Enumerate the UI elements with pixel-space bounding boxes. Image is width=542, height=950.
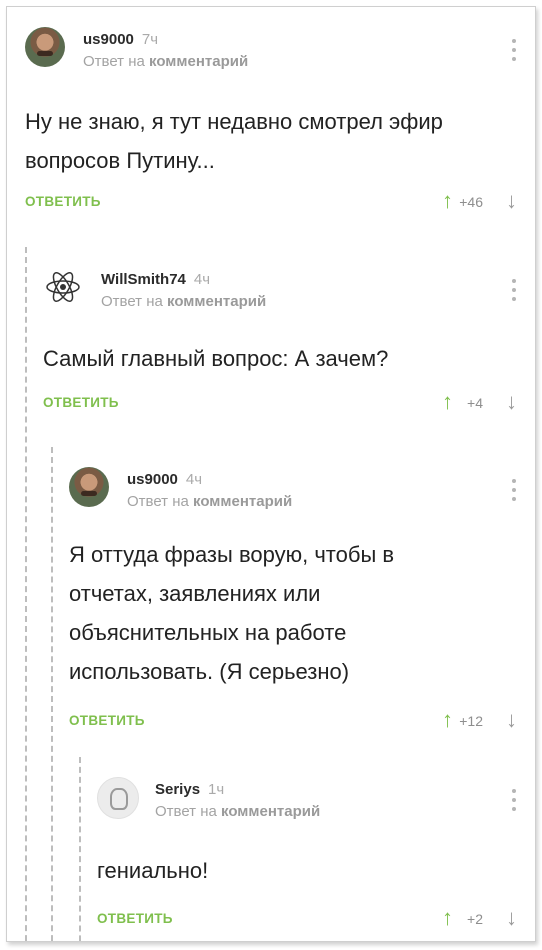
arrow-up-icon[interactable]: ↑ [442,389,453,415]
timestamp: 1ч [208,781,225,798]
avatar[interactable] [97,777,139,819]
comment-header: us9000 7ч Ответ на комментарий [25,27,535,77]
avatar[interactable] [69,467,109,507]
thread-line [25,247,27,941]
reply-target-link[interactable]: комментарий [167,293,266,310]
timestamp: 4ч [185,471,203,488]
kebab-menu-icon[interactable] [511,479,517,501]
username[interactable]: Seriys 1ч [155,781,224,798]
username[interactable]: WillSmith74 4ч [101,271,210,288]
rating: +46 [459,194,483,210]
timestamp: 4ч [193,271,211,288]
reply-to: Ответ на комментарий [83,53,249,70]
comment-actions: ОТВЕТИТЬ ↑ +2 ↓ [97,905,517,931]
rating: +4 [467,395,483,411]
reply-button[interactable]: ОТВЕТИТЬ [69,713,145,728]
thread-line [51,447,53,941]
kebab-menu-icon[interactable] [511,279,517,301]
reply-target-link[interactable]: комментарий [221,803,320,820]
arrow-down-icon[interactable]: ↓ [506,905,517,931]
arrow-up-icon[interactable]: ↑ [442,188,453,214]
username[interactable]: us9000 7ч [83,31,158,48]
rating: +12 [459,713,483,729]
reply-target-link[interactable]: комментарий [149,53,248,70]
comment-header: us9000 4ч Ответ на комментарий [69,467,535,517]
reply-target-link[interactable]: комментарий [193,493,292,510]
comment: Seriys 1ч Ответ на комментарий гениально!… [79,757,535,941]
rating: +2 [467,911,483,927]
comment-thread: us9000 7ч Ответ на комментарий Ну не знаю… [6,6,536,942]
timestamp: 7ч [141,31,159,48]
reply-button[interactable]: ОТВЕТИТЬ [25,194,101,209]
comment-text: Ну не знаю, я тут недавно смотрел эфир в… [25,109,443,173]
comment-actions: ОТВЕТИТЬ ↑ +12 ↓ [69,707,517,733]
comment-text: Самый главный вопрос: А зачем? [43,346,389,371]
reply-to: Ответ на комментарий [155,803,321,820]
comment-actions: ОТВЕТИТЬ ↑ +46 ↓ [25,188,517,214]
comment: us9000 7ч Ответ на комментарий Ну не знаю… [7,7,535,237]
arrow-down-icon[interactable]: ↓ [506,389,517,415]
arrow-up-icon[interactable]: ↑ [442,707,453,733]
comment-text: гениально! [97,858,209,883]
comment-actions: ОТВЕТИТЬ ↑ +4 ↓ [43,389,517,415]
reply-to: Ответ на комментарий [101,293,267,310]
username[interactable]: us9000 4ч [127,471,202,488]
reply-button[interactable]: ОТВЕТИТЬ [43,395,119,410]
avatar[interactable] [43,267,83,307]
arrow-down-icon[interactable]: ↓ [506,188,517,214]
arrow-up-icon[interactable]: ↑ [442,905,453,931]
kebab-menu-icon[interactable] [511,39,517,61]
thread-line [79,757,81,941]
reply-to: Ответ на комментарий [127,493,293,510]
comment-text: Я оттуда фразы ворую, чтобы в отчетах, з… [69,542,395,684]
kebab-menu-icon[interactable] [511,789,517,811]
arrow-down-icon[interactable]: ↓ [506,707,517,733]
avatar[interactable] [25,27,65,67]
comment-header: Seriys 1ч Ответ на комментарий [97,777,535,827]
reply-button[interactable]: ОТВЕТИТЬ [97,911,173,926]
atom-icon [46,272,80,302]
comment-header: WillSmith74 4ч Ответ на комментарий [43,267,535,317]
